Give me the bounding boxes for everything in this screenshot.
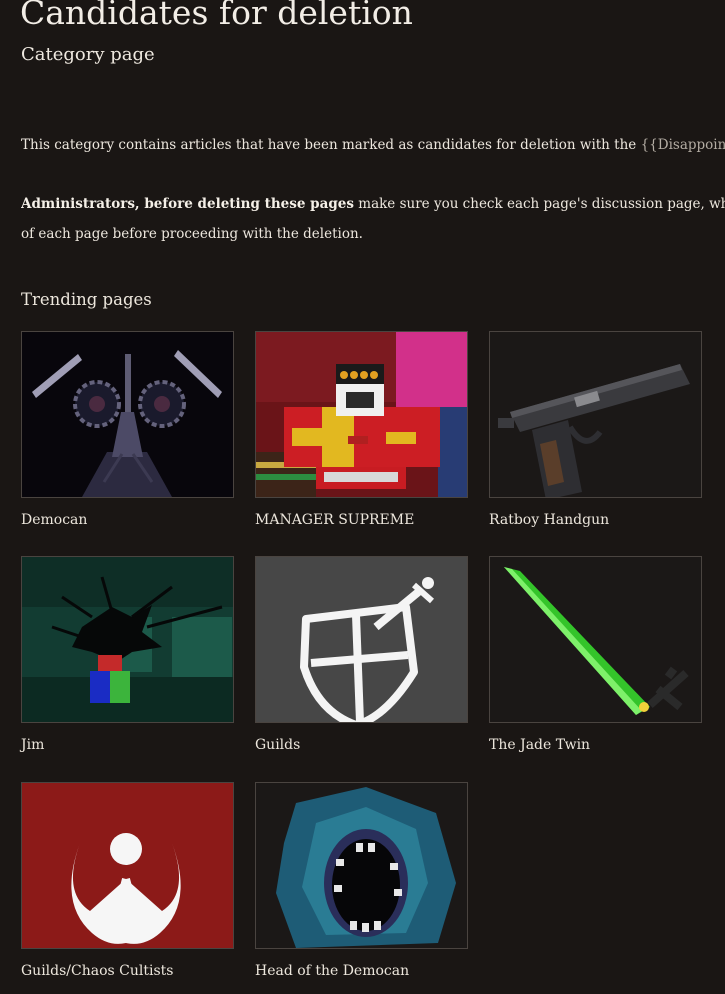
admin-notice-line2: of each page before proceeding with the …: [21, 226, 363, 242]
trending-card: Head of the Democan: [255, 782, 468, 979]
trending-card: MANAGER SUPREME: [255, 331, 468, 528]
jim-thumbnail[interactable]: [21, 556, 234, 723]
trending-card: Ratboy Handgun: [489, 331, 702, 528]
description-text: This category contains articles that hav…: [21, 137, 641, 153]
trending-heading: Trending pages: [21, 290, 152, 309]
chaos-symbol-thumbnail[interactable]: [21, 782, 234, 949]
green-sword-thumbnail[interactable]: [489, 556, 702, 723]
trending-card: The Jade Twin: [489, 556, 702, 753]
admin-notice: Administrators, before deleting these pa…: [21, 189, 725, 249]
admin-notice-bold: Administrators, before deleting these pa…: [21, 196, 354, 212]
manager-supreme-thumbnail[interactable]: [255, 331, 468, 498]
card-title[interactable]: Head of the Democan: [255, 961, 409, 981]
democan-thumbnail[interactable]: [21, 331, 234, 498]
card-title[interactable]: The Jade Twin: [489, 735, 590, 755]
card-title[interactable]: Guilds/Chaos Cultists: [21, 961, 173, 981]
template-link[interactable]: {{Disappointment: [641, 137, 725, 153]
card-title[interactable]: MANAGER SUPREME: [255, 510, 414, 530]
card-title[interactable]: Ratboy Handgun: [489, 510, 609, 530]
trending-card: Guilds/Chaos Cultists: [21, 782, 234, 979]
shield-sword-thumbnail[interactable]: [255, 556, 468, 723]
card-title[interactable]: Jim: [21, 735, 44, 755]
category-description: This category contains articles that hav…: [21, 130, 725, 160]
card-title[interactable]: Democan: [21, 510, 87, 530]
handgun-thumbnail[interactable]: [489, 331, 702, 498]
card-title[interactable]: Guilds: [255, 735, 300, 755]
admin-notice-text: make sure you check each page's discussi…: [358, 196, 725, 212]
trending-card: Democan: [21, 331, 234, 528]
monster-head-thumbnail[interactable]: [255, 782, 468, 949]
page-title: Candidates for deletion: [20, 0, 413, 32]
page-subtitle: Category page: [21, 44, 155, 65]
trending-card: Jim: [21, 556, 234, 753]
trending-card: Guilds: [255, 556, 468, 753]
